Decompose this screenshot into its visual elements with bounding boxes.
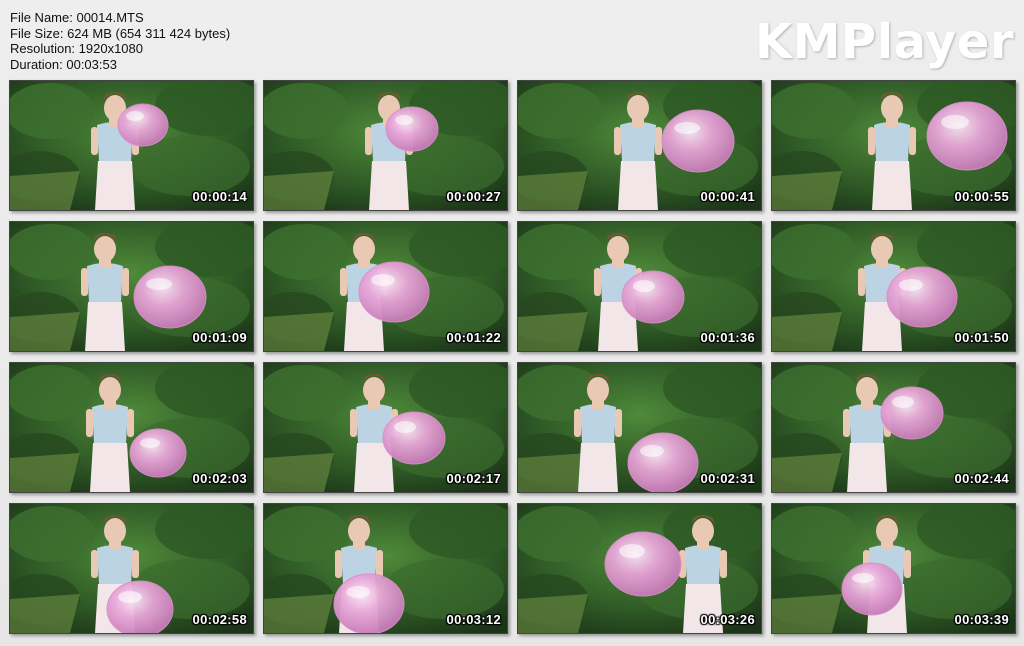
video-thumbnail[interactable]: 00:00:14 [9,80,254,211]
video-thumbnail[interactable]: 00:01:50 [771,221,1016,352]
file-name-text: File Name: 00014.MTS [10,10,144,25]
video-thumbnail[interactable]: 00:03:39 [771,503,1016,634]
thumbnail-timestamp: 00:02:31 [700,471,755,486]
thumbnail-timestamp: 00:02:44 [954,471,1009,486]
thumbnail-timestamp: 00:00:14 [192,189,247,204]
thumbnail-timestamp: 00:03:39 [954,612,1009,627]
file-size-text: File Size: 624 MB (654 311 424 bytes) [10,25,231,41]
video-thumbnail[interactable]: 00:02:03 [9,362,254,493]
thumbnail-timestamp: 00:01:22 [446,330,501,345]
video-thumbnail[interactable]: 00:02:17 [263,362,508,493]
thumbnail-timestamp: 00:00:41 [700,189,755,204]
video-thumbnail[interactable]: 00:03:12 [263,503,508,634]
file-info-panel: File Name: 00014.MTS File Size: 624 MB (… [10,10,230,72]
video-thumbnail[interactable]: 00:01:36 [517,221,762,352]
thumbnail-timestamp: 00:01:36 [700,330,755,345]
thumbnail-timestamp: 00:02:58 [192,612,247,627]
kmplayer-logo: KMPlayer [754,14,1014,70]
video-thumbnail[interactable]: 00:00:27 [263,80,508,211]
video-thumbnail[interactable]: 00:02:58 [9,503,254,634]
thumbnail-timestamp: 00:01:09 [192,330,247,345]
video-thumbnail[interactable]: 00:01:09 [9,221,254,352]
thumbnail-timestamp: 00:02:17 [446,471,501,486]
video-thumbnail[interactable]: 00:03:26 [517,503,762,634]
thumbnail-timestamp: 00:03:26 [700,612,755,627]
thumbnail-timestamp: 00:03:12 [446,612,501,627]
video-thumbnail[interactable]: 00:00:55 [771,80,1016,211]
thumbnail-timestamp: 00:00:55 [954,189,1009,204]
thumbnail-timestamp: 00:01:50 [954,330,1009,345]
thumbnail-timestamp: 00:02:03 [192,471,247,486]
thumbnail-grid: 00:00:14 00:00:27 00:00:41 00:00:55 00:0… [9,80,1016,634]
video-thumbnail[interactable]: 00:01:22 [263,221,508,352]
video-thumbnail[interactable]: 00:02:44 [771,362,1016,493]
thumbnail-timestamp: 00:00:27 [446,189,501,204]
resolution-text: Resolution: 1920x1080 [10,41,143,56]
duration-text: Duration: 00:03:53 [10,56,117,72]
video-thumbnail[interactable]: 00:02:31 [517,362,762,493]
video-thumbnail[interactable]: 00:00:41 [517,80,762,211]
